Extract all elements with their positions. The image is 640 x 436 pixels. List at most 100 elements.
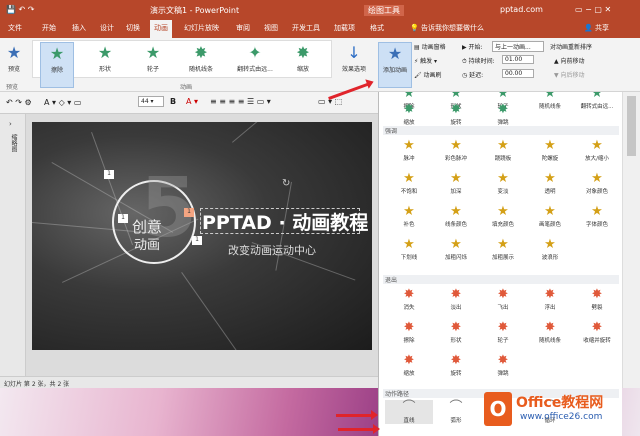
effect-item[interactable]: ★ 变淡 [479,171,527,195]
tab-transitions[interactable]: 切换 [126,23,140,33]
effect-item[interactable]: ★ 彩色脉冲 [432,138,480,162]
tab-home[interactable]: 开始 [42,23,56,33]
tab-addins[interactable]: 加载项 [334,23,355,33]
effect-zoom[interactable]: ✸ 缩放 [286,42,320,88]
effect-item[interactable]: ★ 翻转式由远... [573,92,621,110]
anim-tag-2[interactable]: 1 [118,214,128,223]
effect-star-icon: ✸ [497,102,509,117]
trigger-button[interactable]: ⚡ 触发 ▾ [414,56,437,65]
tab-insert[interactable]: 插入 [72,23,86,33]
effect-item[interactable]: ✸ 淡出 [432,287,480,311]
tab-slideshow[interactable]: 幻灯片放映 [184,23,219,33]
font-size-select[interactable]: 44 ▾ [138,96,164,107]
rotate-handle-icon[interactable]: ↻ [282,178,290,189]
effect-item-label: 加粗展示 [491,255,514,261]
tab-design[interactable]: 设计 [100,23,114,33]
slide[interactable]: 5 创意 动画 PPTAD · 动画教程 改变动画运动中心 ↻ 1 1 1 1 [32,122,372,350]
move-earlier-button[interactable]: ▲ 向前移动 [554,56,585,65]
painter-label: 动画刷 [423,72,442,79]
effect-grow-turn[interactable]: ✦ 翻转式由远... [232,42,278,88]
trigger-label: 触发 [420,58,433,65]
start-dropdown[interactable]: 与上一动画... [492,41,544,52]
save-icon[interactable]: 💾 ↶ ↷ [6,5,34,14]
effect-item[interactable]: ✸ 弹跳 [479,102,527,126]
font-color-button[interactable]: A ▾ [186,97,198,106]
animation-pane-button[interactable]: ▤ 动画窗格 [414,42,446,51]
effect-item[interactable]: ★ 放大/缩小 [573,138,621,162]
tab-format[interactable]: 格式 [370,23,384,33]
tell-me-box[interactable]: 💡 告诉我你想要做什么 [410,23,484,33]
window-controls[interactable]: ▭ − ▢ ✕ [575,5,611,14]
effect-star-icon: ★ [544,92,556,101]
effect-item[interactable]: ★ 加粗展示 [479,237,527,261]
effect-wipe[interactable]: ★ 擦除 [40,42,74,88]
effect-item[interactable]: ★ 加深 [432,171,480,195]
effect-item[interactable]: ✸ 浮出 [526,287,574,311]
anim-tag-4[interactable]: 1 [192,236,202,245]
shape-star-icon: ★ [97,43,113,62]
effect-item[interactable]: ✸ 轮子 [479,320,527,344]
effect-item-label: 线条颜色 [444,222,467,228]
effect-item[interactable]: ✸ 缩放 [385,353,433,377]
drawing-tools-label: 绘图工具 [364,5,404,16]
tab-developer[interactable]: 开发工具 [292,23,320,33]
bold-button[interactable]: B [170,97,176,106]
effect-item[interactable]: ✸ 随机线条 [526,320,574,344]
dropdown-scrollbar[interactable] [622,92,640,388]
effect-wheel[interactable]: ★ 轮子 [136,42,170,88]
effect-item[interactable]: ✸ 缩放 [385,102,433,126]
duration-input[interactable]: 01.00 [502,55,534,64]
effect-item[interactable]: ★ 画笔颜色 [526,204,574,228]
effect-item[interactable]: ★ 波浪形 [526,237,574,261]
effect-item[interactable]: ✸ 收缩并旋转 [573,320,621,344]
animation-pane-label: 动画窗格 [421,44,446,51]
thumbnail-rail[interactable]: 缩略图 › [0,114,26,376]
effect-item[interactable]: ★ 填充颜色 [479,204,527,228]
effect-item[interactable]: ✸ 劈裂 [573,287,621,311]
effect-item[interactable]: ★ 对象颜色 [573,171,621,195]
effect-item[interactable]: ★ 字体颜色 [573,204,621,228]
anim-tag-1[interactable]: 1 [104,170,114,179]
tab-animations[interactable]: 动画 [150,20,172,38]
add-animation-button[interactable]: ★ 添加动画 [378,42,412,88]
font-tools-icons[interactable]: A ▾ ◇ ▾ ▭ [44,98,81,107]
effect-item[interactable]: ★ 随机线条 [526,92,574,110]
undo-redo-icons[interactable]: ↶ ↷ ⚙ [6,98,32,107]
effect-item[interactable]: ★ 脉冲 [385,138,433,162]
tab-file[interactable]: 文件 [8,23,22,33]
effect-wheel-label: 轮子 [146,66,159,73]
scroll-thumb[interactable] [627,96,636,156]
effect-star-icon: ★ [450,138,462,153]
tab-view[interactable]: 视图 [264,23,278,33]
effect-item[interactable]: ✸ 旋转 [432,102,480,126]
effect-random-bars-label: 随机线条 [188,66,213,73]
effect-star-icon: ✸ [403,320,415,335]
share-button[interactable]: 👤 共享 [584,23,609,33]
anim-tag-3[interactable]: 1 [184,208,194,217]
effect-shape[interactable]: ★ 形状 [88,42,122,88]
animation-painter-button[interactable]: 🖌 动画刷 [414,70,442,79]
effect-star-icon: ★ [544,204,556,219]
expand-icon[interactable]: › [9,120,12,128]
effect-item[interactable]: ✸ 飞出 [479,287,527,311]
effect-item[interactable]: ★ 陀螺旋 [526,138,574,162]
effect-item[interactable]: ★ 线条颜色 [432,204,480,228]
effect-item[interactable]: ✸ 形状 [432,320,480,344]
effect-item[interactable]: ★ 跷跷板 [479,138,527,162]
tab-review[interactable]: 审阅 [236,23,250,33]
move-later-button[interactable]: ▼ 向后移动 [554,70,585,79]
effect-item[interactable]: ⌒ 直线 [385,400,433,424]
effect-item[interactable]: ✸ 旋转 [432,353,480,377]
effect-item[interactable]: ✸ 弹跳 [479,353,527,377]
effect-item[interactable]: ★ 加粗闪烁 [432,237,480,261]
effect-item[interactable]: ★ 下划线 [385,237,433,261]
delay-input[interactable]: 00.00 [502,69,534,78]
effect-item[interactable]: ✸ 消失 [385,287,433,311]
effect-item[interactable]: ★ 透明 [526,171,574,195]
effect-item[interactable]: ★ 不饱和 [385,171,433,195]
effect-item[interactable]: ⌒ 弧形 [432,400,480,424]
effect-item[interactable]: ✸ 擦除 [385,320,433,344]
align-buttons[interactable]: ≡ ≡ ≡ ≡ ☰ ▭ ▾ [210,97,271,106]
effect-item-label: 随机线条 [538,104,561,110]
effect-item[interactable]: ★ 补色 [385,204,433,228]
